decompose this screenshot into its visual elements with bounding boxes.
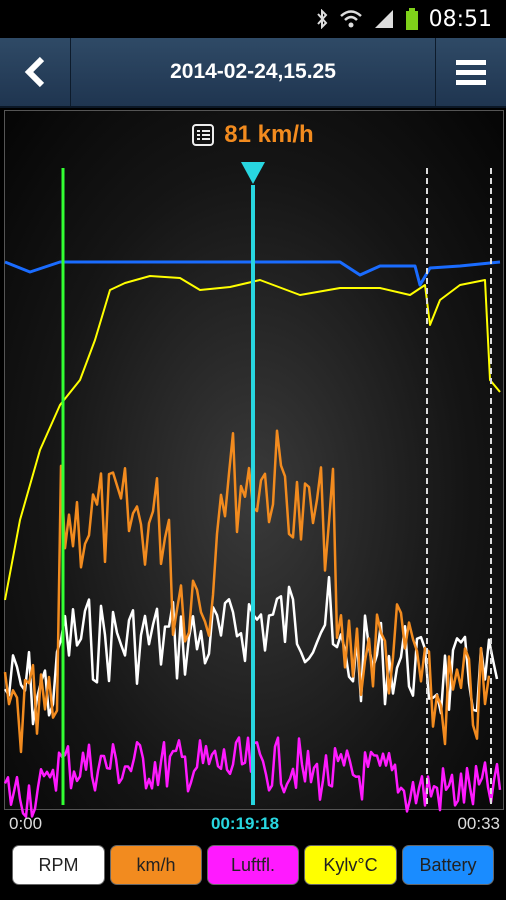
status-bar: 08:51: [0, 0, 506, 38]
legend-label: Kylv°C: [323, 854, 378, 875]
legend-label: km/h: [136, 854, 176, 875]
chevron-left-icon: [24, 56, 45, 88]
legend-rpm-button[interactable]: RPM: [12, 845, 105, 885]
page-title: 2014-02-24,15.25: [170, 60, 336, 83]
time-cursor: 00:19:18: [211, 814, 280, 833]
legend-label: Battery: [419, 854, 477, 875]
hamburger-menu-icon: [456, 60, 486, 85]
legend-label: RPM: [38, 854, 79, 875]
back-button[interactable]: [0, 38, 71, 106]
legend-coolant-button[interactable]: Kylv°C: [304, 845, 397, 885]
wifi-icon: [339, 9, 363, 29]
legend-label: Luftfl.: [230, 854, 276, 875]
signal-icon: [373, 9, 395, 29]
legend: RPM km/h Luftfl. Kylv°C Battery: [0, 843, 506, 891]
menu-button[interactable]: [435, 38, 506, 106]
time-end: 00:33: [457, 814, 500, 833]
battery-icon: [405, 8, 419, 30]
chart-area[interactable]: [4, 110, 504, 810]
cursor-value: 81 km/h: [224, 121, 314, 148]
cursor-readout: 81 km/h: [0, 118, 506, 152]
legend-airflow-button[interactable]: Luftfl.: [207, 845, 299, 885]
clock: 08:51: [428, 6, 492, 32]
time-axis: 0:00 00:19:18 00:33: [0, 808, 506, 838]
legend-speed-button[interactable]: km/h: [110, 845, 202, 885]
legend-battery-button[interactable]: Battery: [402, 845, 494, 885]
bluetooth-icon: [315, 9, 329, 29]
title-bar: 2014-02-24,15.25: [0, 38, 506, 108]
list-icon: [192, 124, 215, 146]
time-start: 0:00: [9, 814, 43, 833]
